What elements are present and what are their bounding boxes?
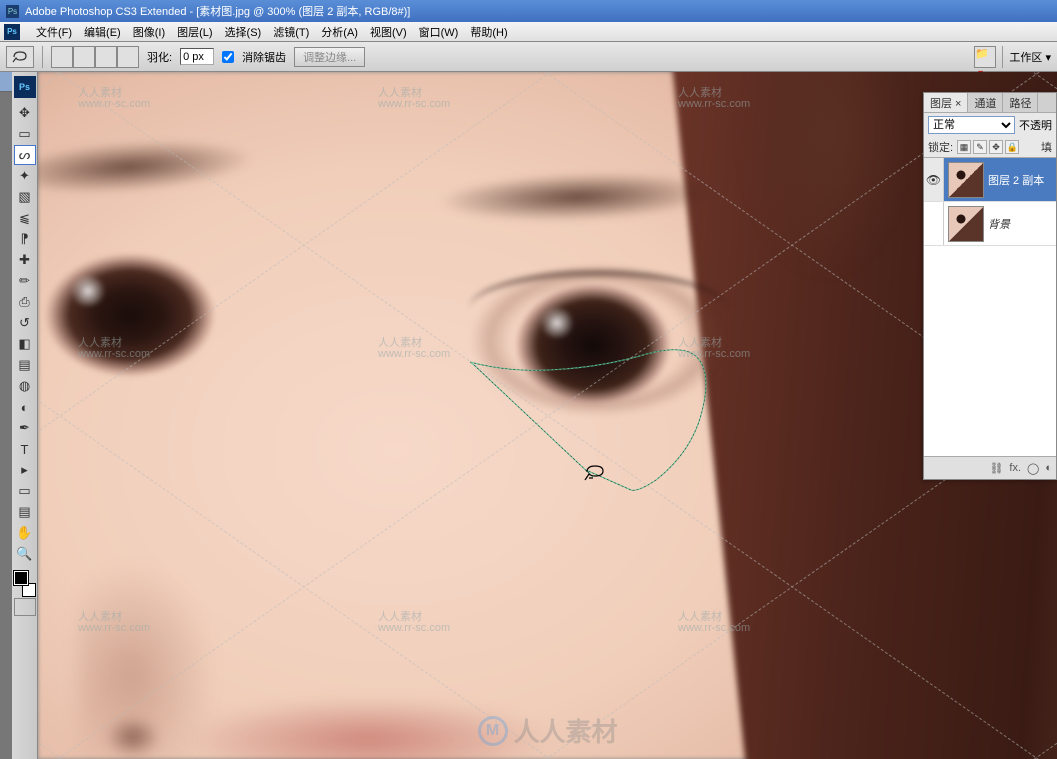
menu-analysis[interactable]: 分析(A) xyxy=(315,24,364,40)
tool-history-brush[interactable]: ↺ xyxy=(14,313,36,333)
tool-hand[interactable]: ✋ xyxy=(14,523,36,543)
link-layers-button[interactable]: ⛓ xyxy=(989,462,1003,475)
selection-mode-group xyxy=(51,46,139,68)
menu-image[interactable]: 图像(I) xyxy=(127,24,171,40)
layers-list: 👁 图层 2 副本 背景 xyxy=(924,157,1056,457)
layer-name[interactable]: 图层 2 副本 xyxy=(988,172,1056,188)
tool-eyedropper[interactable]: ⁋ xyxy=(14,229,36,249)
visibility-toggle[interactable]: 👁 xyxy=(924,158,944,201)
tool-notes[interactable]: ▤ xyxy=(14,502,36,522)
menu-help[interactable]: 帮助(H) xyxy=(464,24,513,40)
canvas[interactable]: 人人素材 www.rr-sc.com 人人素材 www.rr-sc.com 人人… xyxy=(38,72,1057,759)
adjustment-layer-button[interactable]: ◐ xyxy=(1045,462,1052,474)
tool-stamp[interactable]: ⎙ xyxy=(14,292,36,312)
tool-slice[interactable]: ⫹ xyxy=(14,208,36,228)
selection-new-button[interactable] xyxy=(51,46,73,68)
antialias-label: 消除锯齿 xyxy=(242,49,286,65)
fill-label: 填 xyxy=(1041,139,1052,155)
tool-blur[interactable]: ◍ xyxy=(14,376,36,396)
tool-shape[interactable]: ▭ xyxy=(14,481,36,501)
opacity-label: 不透明 xyxy=(1019,117,1052,133)
dock-tab[interactable] xyxy=(0,72,12,92)
options-bar: 羽化: 消除锯齿 调整边缘... 📁 ▾ 工作区 ▾ xyxy=(0,42,1057,72)
lasso-icon xyxy=(11,50,29,64)
lock-label: 锁定: xyxy=(928,139,953,155)
title-bar: Ps Adobe Photoshop CS3 Extended - [素材图.j… xyxy=(0,0,1057,22)
lock-pixels-button[interactable]: ✎ xyxy=(973,140,987,154)
lock-buttons: ▦ ✎ ✥ 🔒 xyxy=(957,140,1019,154)
tool-zoom[interactable]: 🔍 xyxy=(14,544,36,564)
selection-subtract-button[interactable] xyxy=(95,46,117,68)
tool-brush[interactable]: ✏ xyxy=(14,271,36,291)
layer-row[interactable]: 背景 xyxy=(924,202,1056,246)
background-color-swatch[interactable] xyxy=(22,583,36,597)
tool-wand[interactable]: ✦ xyxy=(14,166,36,186)
ps-logo-icon: Ps xyxy=(4,24,20,40)
layer-mask-button[interactable]: ◯ xyxy=(1027,462,1039,475)
tool-move[interactable]: ✥ xyxy=(14,103,36,123)
go-bridge-button[interactable]: 📁 xyxy=(974,46,996,68)
menu-filter[interactable]: 滤镜(T) xyxy=(267,24,315,40)
toolbox: Ps ✥ ▭ ᔕ ✦ ▧ ⫹ ⁋ ✚ ✏ ⎙ ↺ ◧ ▤ ◍ ◐ ✒ T ▸ ▭… xyxy=(12,72,38,759)
tool-lasso[interactable]: ᔕ xyxy=(14,145,36,165)
tool-heal[interactable]: ✚ xyxy=(14,250,36,270)
blend-mode-select[interactable]: 正常 xyxy=(928,116,1015,134)
divider xyxy=(1002,46,1003,68)
menu-layer[interactable]: 图层(L) xyxy=(171,24,218,40)
tab-paths[interactable]: 路径 xyxy=(1003,93,1038,112)
tool-crop[interactable]: ▧ xyxy=(14,187,36,207)
tool-pen[interactable]: ✒ xyxy=(14,418,36,438)
divider xyxy=(42,46,43,68)
tab-layers[interactable]: 图层 × xyxy=(924,93,968,112)
selection-intersect-button[interactable] xyxy=(117,46,139,68)
current-tool-indicator[interactable] xyxy=(6,46,34,68)
panel-tabs: 图层 × 通道 路径 xyxy=(924,93,1056,113)
layer-thumbnail[interactable] xyxy=(948,206,984,242)
menu-view[interactable]: 视图(V) xyxy=(364,24,413,40)
menu-select[interactable]: 选择(S) xyxy=(219,24,268,40)
lock-all-button[interactable]: 🔒 xyxy=(1005,140,1019,154)
workspace-switcher[interactable]: 工作区 ▾ xyxy=(1009,49,1051,65)
tool-type[interactable]: T xyxy=(14,439,36,459)
quick-mask-toggle[interactable] xyxy=(14,598,36,616)
menu-window[interactable]: 窗口(W) xyxy=(413,24,465,40)
menu-edit[interactable]: 编辑(E) xyxy=(78,24,127,40)
document-image xyxy=(38,72,1057,759)
feather-input[interactable] xyxy=(180,48,214,65)
tool-dodge[interactable]: ◐ xyxy=(14,397,36,417)
menu-bar: Ps 文件(F) 编辑(E) 图像(I) 图层(L) 选择(S) 滤镜(T) 分… xyxy=(0,22,1057,42)
tool-eraser[interactable]: ◧ xyxy=(14,334,36,354)
selection-add-button[interactable] xyxy=(73,46,95,68)
ps-badge-icon: Ps xyxy=(14,76,36,98)
layer-row[interactable]: 👁 图层 2 副本 xyxy=(924,158,1056,202)
tab-channels[interactable]: 通道 xyxy=(968,93,1003,112)
layers-panel: 图层 × 通道 路径 正常 不透明 锁定: ▦ ✎ ✥ 🔒 填 👁 图层 2 副… xyxy=(923,92,1057,480)
visibility-toggle[interactable] xyxy=(924,202,944,245)
tool-path-select[interactable]: ▸ xyxy=(14,460,36,480)
color-swatches[interactable] xyxy=(14,571,36,597)
app-icon: Ps xyxy=(6,5,19,18)
layer-fx-button[interactable]: fx. xyxy=(1009,462,1021,474)
tool-marquee[interactable]: ▭ xyxy=(14,124,36,144)
antialias-checkbox[interactable] xyxy=(222,51,234,63)
lock-position-button[interactable]: ✥ xyxy=(989,140,1003,154)
lock-transparency-button[interactable]: ▦ xyxy=(957,140,971,154)
layer-name[interactable]: 背景 xyxy=(988,216,1056,232)
layer-thumbnail[interactable] xyxy=(948,162,984,198)
foreground-color-swatch[interactable] xyxy=(14,571,28,585)
refine-edge-button[interactable]: 调整边缘... xyxy=(294,47,365,67)
menu-file[interactable]: 文件(F) xyxy=(30,24,78,40)
tool-gradient[interactable]: ▤ xyxy=(14,355,36,375)
window-title: Adobe Photoshop CS3 Extended - [素材图.jpg … xyxy=(25,3,410,19)
dock-tabs xyxy=(0,72,12,759)
feather-label: 羽化: xyxy=(147,49,172,65)
layers-panel-footer: ⛓ fx. ◯ ◐ xyxy=(924,457,1056,479)
